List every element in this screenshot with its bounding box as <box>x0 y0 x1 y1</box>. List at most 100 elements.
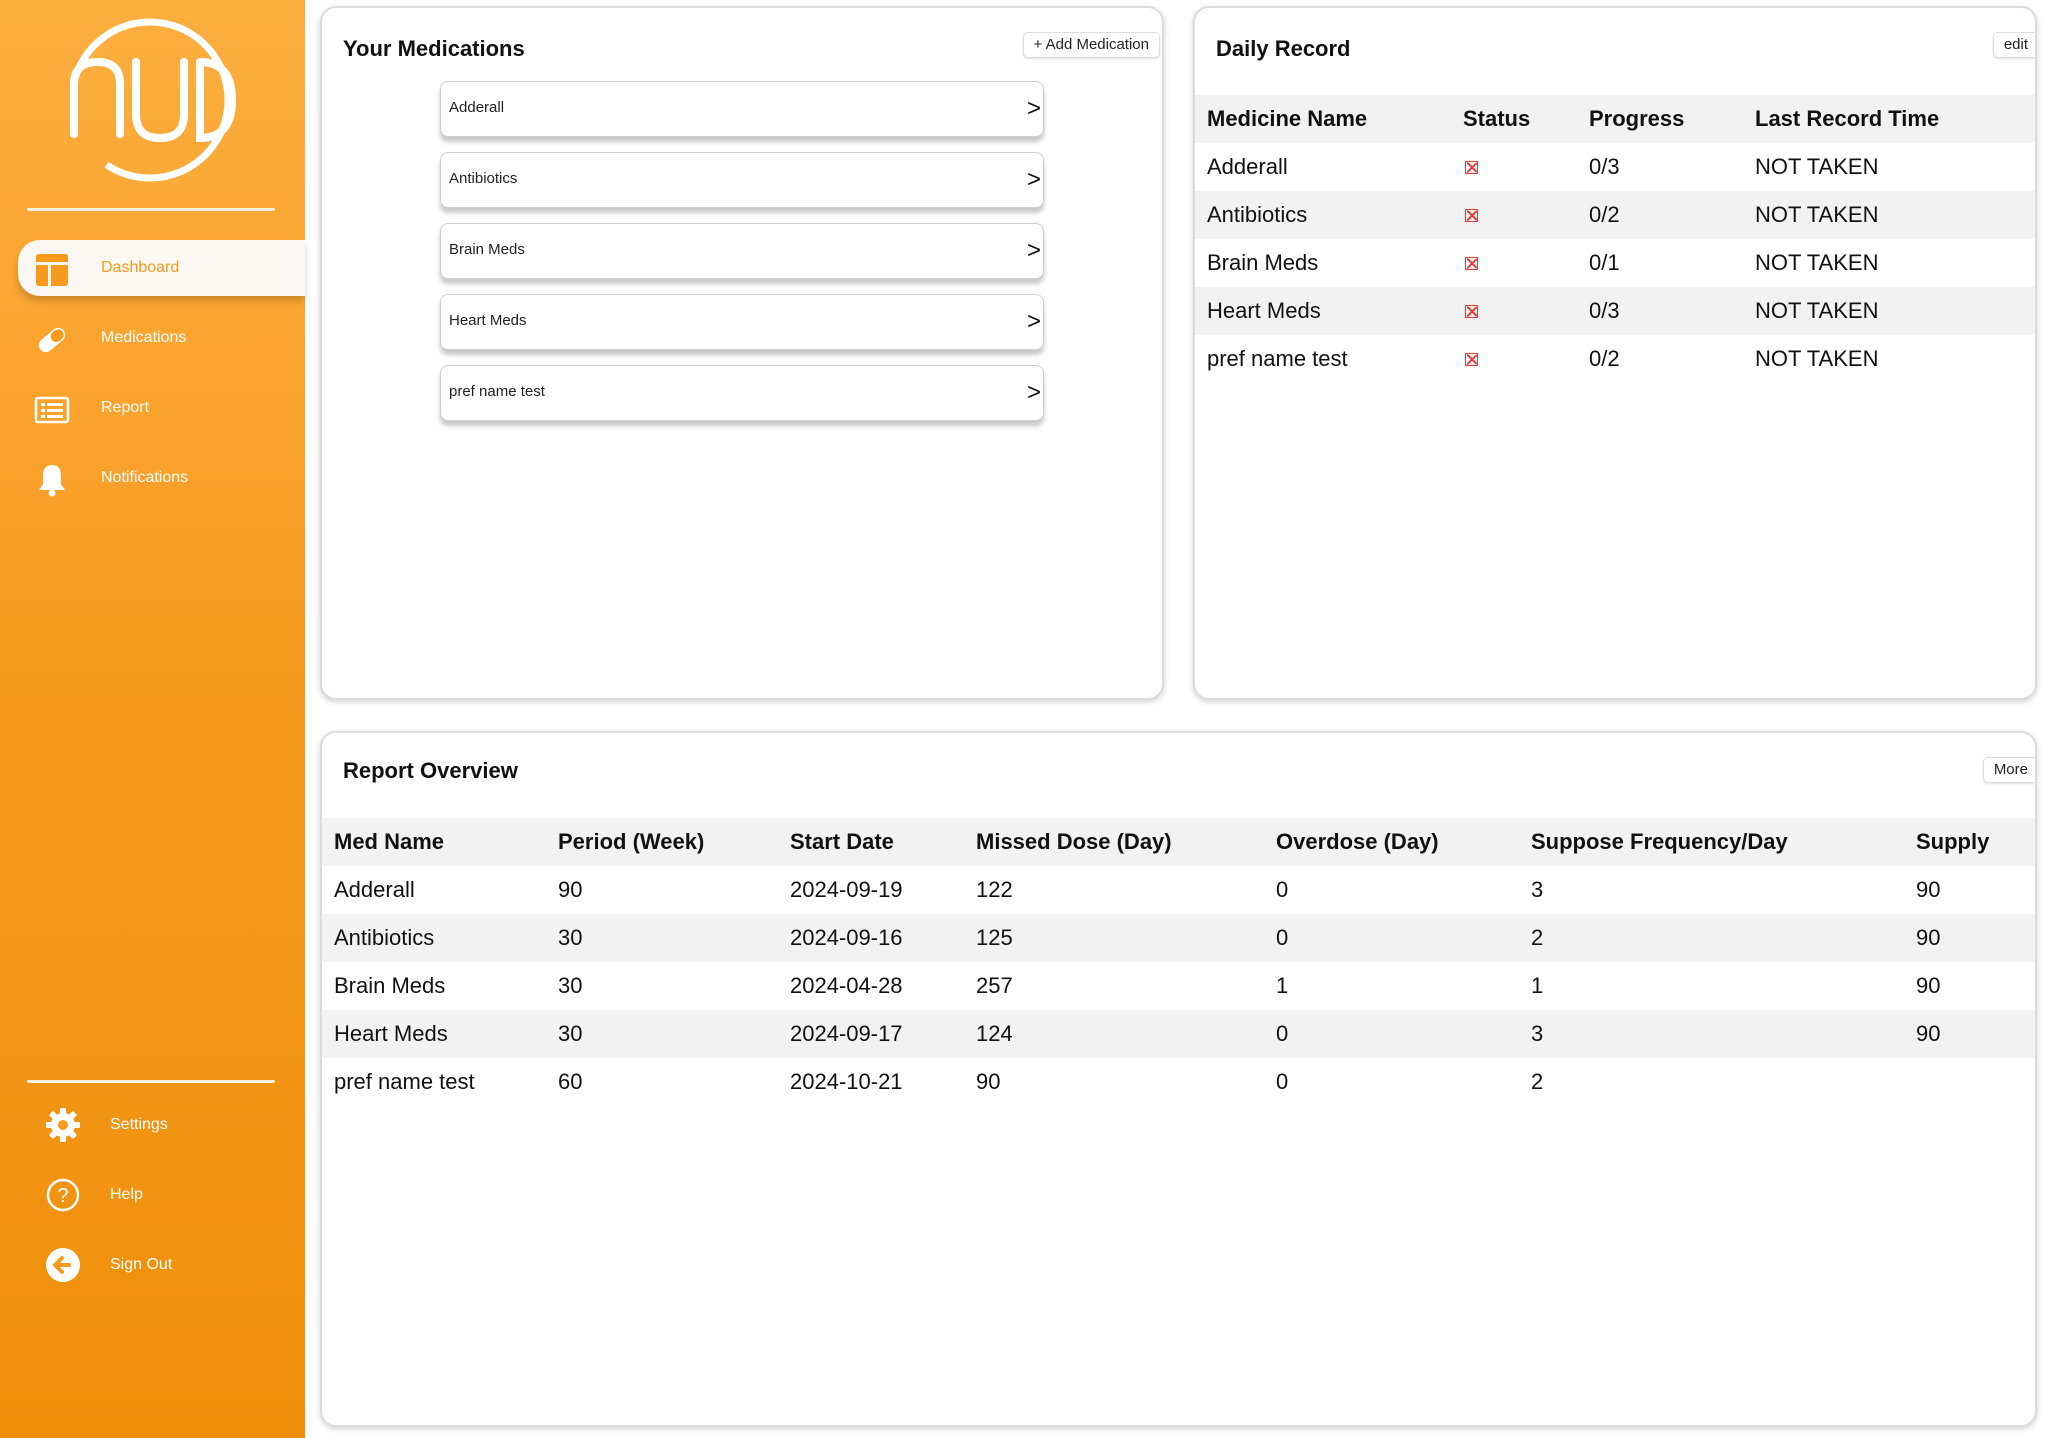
sidebar-item-sign-out[interactable]: Sign Out <box>40 1240 280 1290</box>
daily-record-table: Medicine Name Status Progress Last Recor… <box>1195 95 2035 383</box>
column-header: Med Name <box>322 818 546 866</box>
medicine-name: Antibiotics <box>1195 191 1451 239</box>
not-taken-icon <box>1465 305 1478 318</box>
not-taken-icon <box>1465 257 1478 270</box>
medicine-name: Heart Meds <box>1195 287 1451 335</box>
sidebar-item-help[interactable]: ? Help <box>40 1170 280 1220</box>
overdose: 1 <box>1276 973 1289 998</box>
start-date: 2024-09-16 <box>778 914 964 962</box>
overdose: 0 <box>1264 1010 1519 1058</box>
progress: 0/2 <box>1577 191 1743 239</box>
sidebar-item-label: Medications <box>101 329 187 346</box>
table-row: Heart Meds 30 2024-09-17 124 0 3 90 <box>322 1010 2035 1058</box>
med-name: Heart Meds <box>322 1010 546 1058</box>
table-row: Brain Meds 0/1 NOT TAKEN <box>1195 239 2035 287</box>
overdose: 0 <box>1276 877 1289 902</box>
start-date: 2024-09-19 <box>790 877 903 902</box>
column-header: Start Date <box>778 818 964 866</box>
medications-title: Your Medications <box>343 36 525 61</box>
table-row: Brain Meds 30 2024-04-28 257 1 1 90 <box>322 962 2035 1010</box>
sidebar-item-notifications[interactable]: Notifications <box>18 450 305 506</box>
supply: 90 <box>1916 973 1941 998</box>
table-row: Adderall 90 2024-09-19 122 0 3 90 <box>322 866 2035 914</box>
frequency: 2 <box>1531 1069 1544 1094</box>
medication-name: pref name test <box>449 383 545 400</box>
medication-item-antibiotics[interactable]: Antibiotics > <box>440 152 1044 208</box>
frequency: 3 <box>1519 1010 1904 1058</box>
table-row: pref name test 60 2024-10-21 90 0 2 <box>322 1058 2035 1106</box>
period: 90 <box>558 877 583 902</box>
sidebar-divider-top <box>27 208 275 211</box>
edit-button[interactable]: edit <box>1992 32 2035 58</box>
status-cell <box>1451 143 1577 191</box>
sidebar-item-label: Report <box>101 399 150 416</box>
med-name: Adderall <box>334 877 415 902</box>
report-icon <box>34 396 70 424</box>
missed-dose: 90 <box>976 1069 1001 1094</box>
chevron-right-icon: > <box>1026 95 1041 122</box>
progress: 0/1 <box>1589 250 1620 275</box>
table-row: Antibiotics 30 2024-09-16 125 0 2 90 <box>322 914 2035 962</box>
start-date: 2024-10-21 <box>790 1069 903 1094</box>
chevron-right-icon: > <box>1026 166 1041 193</box>
last-record-time: NOT TAKEN <box>1743 287 2035 335</box>
missed-dose: 257 <box>976 973 1013 998</box>
status-cell <box>1451 239 1577 287</box>
status-cell <box>1451 191 1577 239</box>
medication-item-adderall[interactable]: Adderall > <box>440 81 1044 137</box>
chevron-right-icon: > <box>1026 237 1041 264</box>
last-record-time: NOT TAKEN <box>1755 250 1879 275</box>
missed-dose: 124 <box>964 1010 1264 1058</box>
dashboard-icon <box>36 254 68 286</box>
med-name: Antibiotics <box>322 914 546 962</box>
medications-card: Your Medications + Add Medication Addera… <box>320 6 1164 700</box>
chevron-right-icon: > <box>1026 379 1041 406</box>
frequency: 1 <box>1531 973 1544 998</box>
last-record-time: NOT TAKEN <box>1755 154 1879 179</box>
sidebar-item-dashboard[interactable]: Dashboard <box>18 240 305 296</box>
column-header: Progress <box>1577 95 1743 143</box>
period: 60 <box>558 1069 583 1094</box>
medication-name: Adderall <box>449 99 505 116</box>
medication-item-brain-meds[interactable]: Brain Meds > <box>440 223 1044 279</box>
column-header: Last Record Time <box>1743 95 2035 143</box>
supply: 90 <box>1916 877 1941 902</box>
medication-name: Antibiotics <box>449 170 518 187</box>
not-taken-icon <box>1465 161 1478 174</box>
period: 30 <box>558 973 583 998</box>
sidebar-item-medications[interactable]: Medications <box>18 310 305 366</box>
help-icon: ? <box>46 1178 80 1212</box>
column-header: Status <box>1451 95 1577 143</box>
not-taken-icon <box>1465 209 1478 222</box>
column-header: Overdose (Day) <box>1264 818 1519 866</box>
column-header: Supply <box>1904 818 2035 866</box>
more-button[interactable]: More <box>1982 757 2035 783</box>
sidebar-item-report[interactable]: Report <box>18 380 305 436</box>
column-header: Medicine Name <box>1195 95 1451 143</box>
medication-name: Brain Meds <box>449 241 525 258</box>
status-cell <box>1451 287 1577 335</box>
overdose: 0 <box>1276 1069 1289 1094</box>
sidebar-item-settings[interactable]: Settings <box>40 1100 280 1150</box>
frequency: 2 <box>1519 914 1904 962</box>
supply: 90 <box>1904 914 2035 962</box>
medication-item-heart-meds[interactable]: Heart Meds > <box>440 294 1044 350</box>
bell-icon <box>39 465 65 497</box>
sidebar-divider-bottom <box>27 1080 275 1083</box>
report-overview-card: Report Overview More Med Name Period (We… <box>320 731 2037 1427</box>
report-overview-title: Report Overview <box>343 758 518 783</box>
daily-record-title: Daily Record <box>1216 36 1351 61</box>
daily-record-card: Daily Record edit Medicine Name Status P… <box>1193 6 2037 700</box>
start-date: 2024-09-17 <box>778 1010 964 1058</box>
chevron-right-icon: > <box>1026 308 1041 335</box>
sidebar-item-label: Dashboard <box>101 259 180 276</box>
add-medication-button[interactable]: + Add Medication <box>1022 32 1160 58</box>
report-table: Med Name Period (Week) Start Date Missed… <box>322 818 2035 1106</box>
missed-dose: 122 <box>976 877 1013 902</box>
supply <box>1904 1058 2035 1106</box>
hud-logo <box>68 18 236 182</box>
table-header-row: Med Name Period (Week) Start Date Missed… <box>322 818 2035 866</box>
progress: 0/3 <box>1577 287 1743 335</box>
column-header: Missed Dose (Day) <box>964 818 1264 866</box>
medication-item-pref-name-test[interactable]: pref name test > <box>440 365 1044 421</box>
